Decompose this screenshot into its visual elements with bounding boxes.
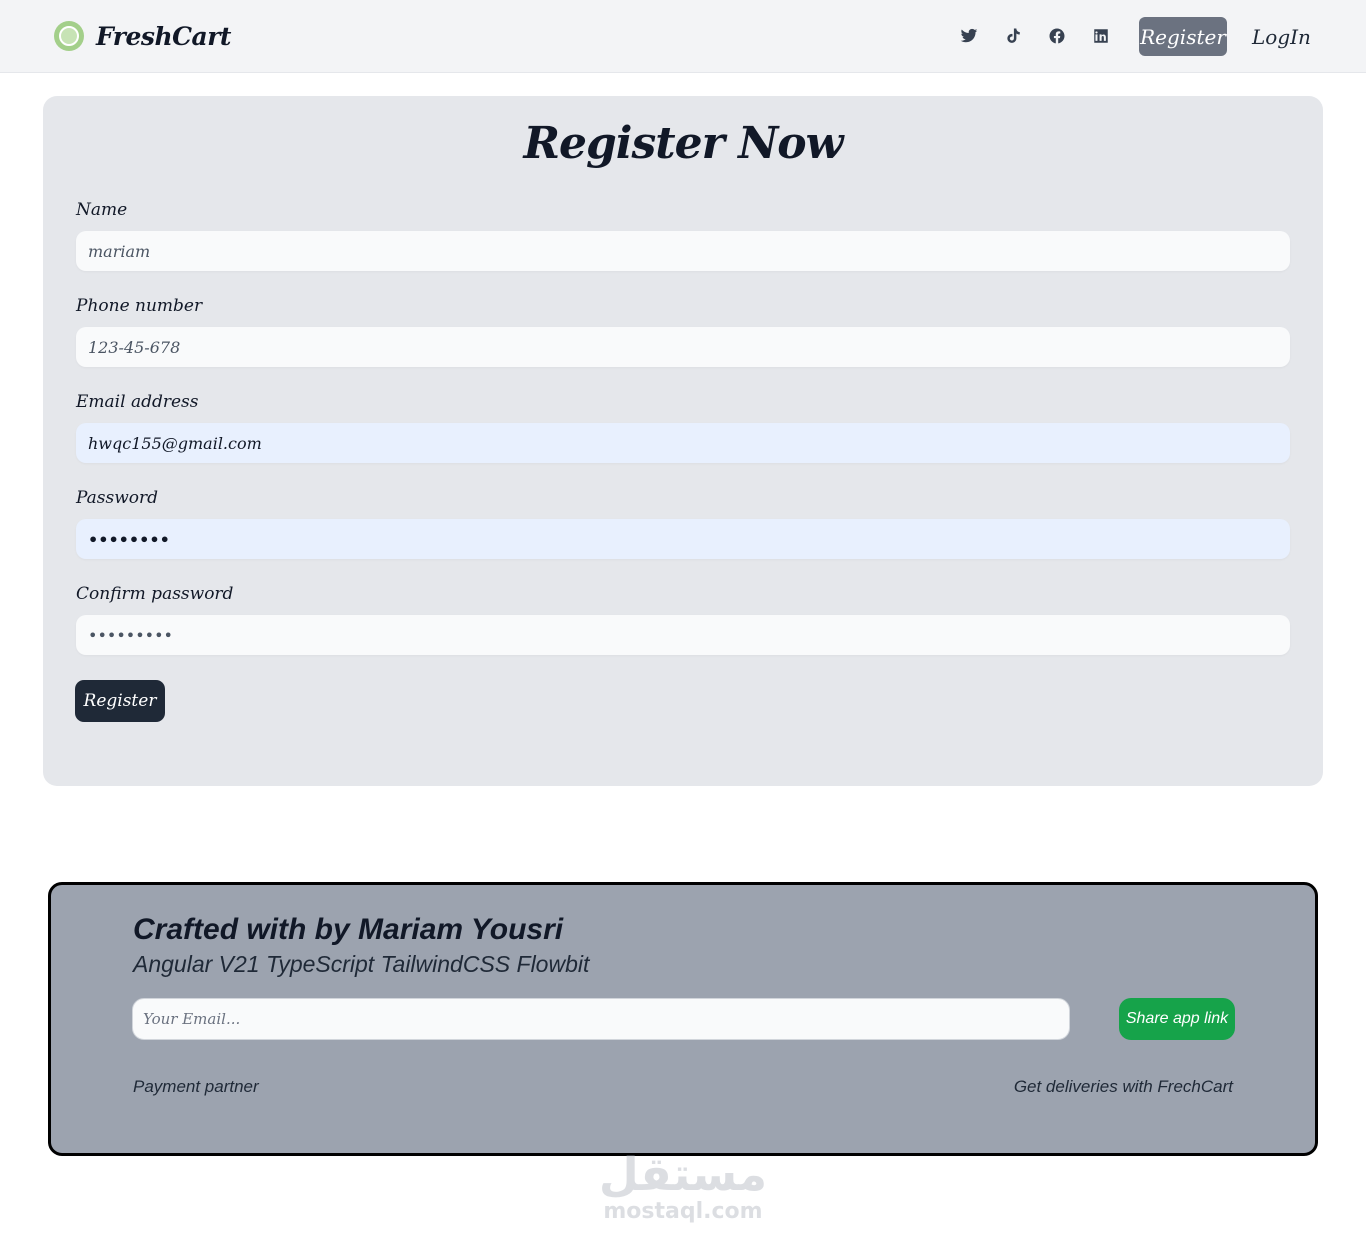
twitter-icon[interactable] xyxy=(959,26,979,46)
watermark-arabic: مستقل xyxy=(598,1147,768,1201)
name-field[interactable] xyxy=(76,231,1290,271)
navbar: FreshCart Register LogIn xyxy=(0,0,1366,73)
facebook-icon[interactable] xyxy=(1047,26,1067,46)
name-label: Name xyxy=(76,200,128,220)
footer-email-input[interactable] xyxy=(132,998,1070,1040)
brand-name: FreshCart xyxy=(96,21,231,51)
email-field[interactable] xyxy=(76,423,1290,463)
linkedin-icon[interactable] xyxy=(1091,26,1111,46)
footer: Crafted with by Mariam Yousri Angular V2… xyxy=(48,882,1318,1156)
watermark-latin: mostaql.com xyxy=(603,1199,763,1224)
register-submit-button[interactable]: Register xyxy=(75,680,165,722)
footer-title: Crafted with by Mariam Yousri xyxy=(133,913,564,946)
mostaql-watermark: مستقل mostaql.com xyxy=(583,1148,783,1228)
confirm-password-field[interactable] xyxy=(76,615,1290,655)
confirm-password-label: Confirm password xyxy=(76,584,234,604)
deliveries-label: Get deliveries with FrechCart xyxy=(1013,1077,1233,1096)
register-card: Register Now Name Phone number Email add… xyxy=(43,96,1323,786)
phone-label: Phone number xyxy=(76,296,203,316)
email-label: Email address xyxy=(76,392,199,412)
brand-link[interactable]: FreshCart xyxy=(54,18,231,54)
phone-field[interactable] xyxy=(76,327,1290,367)
password-field[interactable] xyxy=(76,519,1290,559)
tiktok-icon[interactable] xyxy=(1003,26,1023,46)
nav-register-button[interactable]: Register xyxy=(1139,17,1227,56)
payment-partner-label: Payment partner xyxy=(133,1077,259,1096)
nav-login-link[interactable]: LogIn xyxy=(1252,20,1311,54)
freshcart-logo xyxy=(54,21,84,51)
page-title: Register Now xyxy=(523,118,843,169)
share-app-link-button[interactable]: Share app link xyxy=(1119,998,1235,1040)
footer-subtitle: Angular V21 TypeScript TailwindCSS Flowb… xyxy=(133,951,590,977)
password-label: Password xyxy=(76,488,159,508)
